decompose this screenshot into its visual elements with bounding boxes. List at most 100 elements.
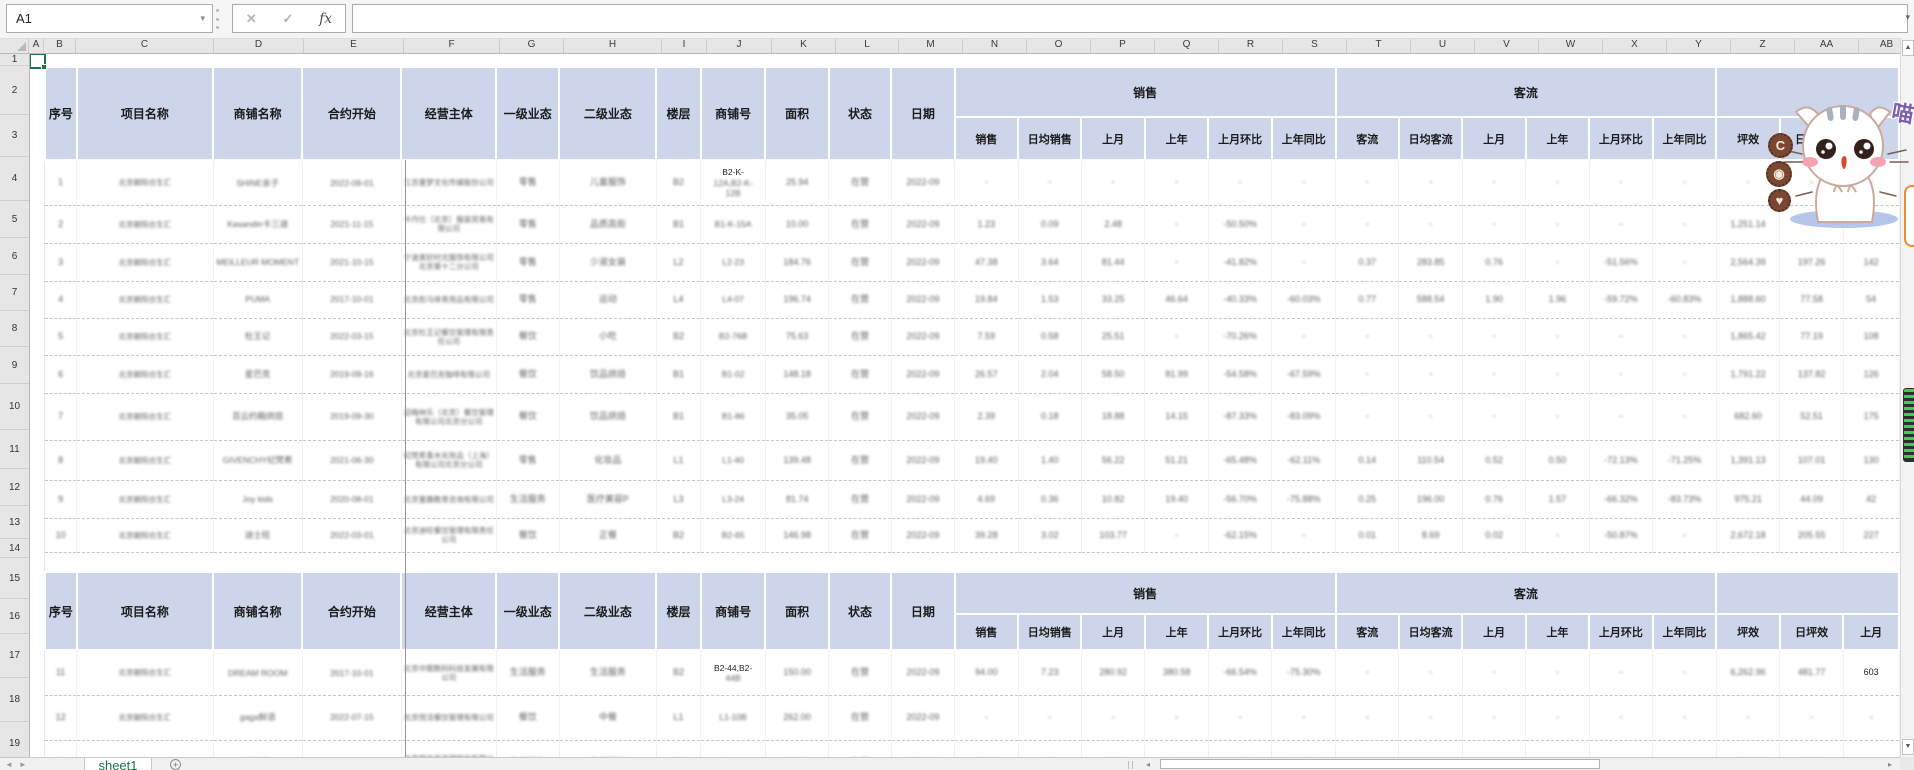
header-cell[interactable]: 日期	[890, 571, 956, 651]
header-cell[interactable]: 序号	[44, 571, 78, 651]
header-cell[interactable]: 销售	[953, 116, 1020, 161]
cell[interactable]: B1-K-15A	[700, 205, 766, 244]
cell[interactable]: -	[1398, 318, 1463, 356]
cell[interactable]: 2.04	[1018, 355, 1082, 394]
cell[interactable]: 在营	[828, 243, 892, 282]
cell[interactable]: -	[1398, 695, 1463, 741]
cell[interactable]: 1.96	[1525, 281, 1590, 319]
cell[interactable]: 81.44	[1081, 243, 1146, 282]
cell[interactable]: 北京朝阳合生汇	[76, 160, 214, 206]
cell[interactable]: 40.64	[1144, 740, 1209, 757]
cell[interactable]: 3	[45, 243, 78, 282]
cell[interactable]: -59.72%	[1589, 281, 1654, 319]
cell[interactable]: -	[1589, 160, 1654, 206]
cell[interactable]: -	[1525, 160, 1590, 206]
cell[interactable]: 10.00	[765, 205, 830, 244]
column-letter[interactable]: O	[1027, 38, 1091, 53]
cell[interactable]: -62.15%	[1208, 518, 1273, 553]
cell[interactable]: -	[1652, 160, 1717, 206]
cell[interactable]: L2-23	[700, 243, 766, 282]
cell[interactable]: 在营	[828, 518, 892, 553]
cell[interactable]: 北京朝阳合生汇	[76, 518, 214, 553]
column-letter[interactable]: L	[836, 38, 899, 53]
cell[interactable]: -	[1525, 243, 1590, 282]
header-cell[interactable]: 楼层	[655, 571, 702, 651]
cell[interactable]: 2022-09	[891, 355, 956, 394]
row-number[interactable]: 7	[0, 275, 29, 311]
cell[interactable]: 2	[45, 205, 78, 244]
cell[interactable]: 北京彪马体育用品有限公司	[401, 281, 497, 319]
cell[interactable]: -	[1335, 650, 1400, 696]
header-cell[interactable]: 上年	[1524, 116, 1591, 161]
header-cell[interactable]: 二级业态	[558, 571, 658, 651]
cell[interactable]: Joy kids	[213, 480, 303, 519]
header-cell[interactable]: 序号	[44, 66, 78, 161]
cell[interactable]: 0.52	[1462, 440, 1527, 481]
header-cell[interactable]: 状态	[827, 66, 893, 161]
cell[interactable]: 2022-09	[891, 205, 956, 244]
cell[interactable]: 医疗美容P	[559, 480, 657, 519]
collapse-formula-bar-icon[interactable]: ▾	[1905, 12, 1910, 23]
cell[interactable]: 108	[1843, 318, 1900, 356]
cell[interactable]: -	[1779, 695, 1844, 741]
cell[interactable]: 42	[1843, 480, 1900, 519]
cell[interactable]: 197.26	[1779, 243, 1844, 282]
header-cell[interactable]: 上月环比	[1588, 613, 1654, 651]
cell[interactable]: 在营	[828, 318, 892, 356]
header-cell[interactable]: 楼层	[655, 66, 702, 161]
column-letter[interactable]: T	[1347, 38, 1411, 53]
cell[interactable]: 22.22	[954, 740, 1019, 757]
cell[interactable]: 2022-09	[891, 480, 956, 519]
row-number[interactable]: 14	[0, 539, 29, 558]
cell[interactable]: 在营	[828, 740, 892, 757]
cell[interactable]: -	[1398, 160, 1463, 206]
cell[interactable]: 481.77	[1779, 650, 1844, 696]
cell[interactable]: 百云约翰烘焙	[213, 393, 303, 441]
cell[interactable]: 1,865.42	[1716, 318, 1781, 356]
cell[interactable]: -	[1081, 695, 1146, 741]
cell[interactable]: -	[1398, 393, 1463, 441]
cell[interactable]: 北京童趣教育咨询有限公司	[401, 480, 497, 519]
cell[interactable]: 58.50	[1081, 355, 1146, 394]
scroll-down-icon[interactable]: ▼	[1902, 739, 1914, 755]
cell[interactable]: 2021-06-30	[302, 440, 402, 481]
cell[interactable]: L1	[656, 440, 702, 481]
cell[interactable]: 25.51	[1081, 318, 1146, 356]
cell[interactable]: -	[1018, 160, 1082, 206]
cell[interactable]: 49.00	[765, 740, 830, 757]
cell[interactable]: 184.76	[765, 243, 830, 282]
cell[interactable]: -	[1652, 243, 1717, 282]
cell[interactable]: -	[1271, 205, 1337, 244]
cell[interactable]: -	[1018, 695, 1082, 741]
column-letter[interactable]: Z	[1731, 38, 1795, 53]
cell[interactable]: -	[1398, 740, 1463, 757]
cell[interactable]: 2022-09	[891, 518, 956, 553]
cell[interactable]: -	[1843, 695, 1900, 741]
cell[interactable]: 北京超市发连锁股份有限公司	[401, 740, 497, 757]
cell[interactable]: 19.40	[954, 440, 1019, 481]
cell[interactable]: 1.40	[1018, 440, 1082, 481]
cell[interactable]: 北京朝阳合生汇	[76, 440, 214, 481]
cell[interactable]: -	[1081, 160, 1146, 206]
cell[interactable]: DREAM ROOM	[213, 650, 303, 696]
cell[interactable]: 227	[1843, 518, 1900, 553]
formula-input[interactable]	[352, 4, 1908, 33]
cell[interactable]: 0.76	[1462, 243, 1527, 282]
header-cell[interactable]: 合约开始	[301, 66, 403, 161]
cell[interactable]: 9	[45, 480, 78, 519]
header-cell[interactable]: 一级业态	[495, 66, 561, 161]
cell[interactable]: 12	[45, 695, 78, 741]
cell[interactable]: 25.94	[765, 160, 830, 206]
column-a[interactable]	[29, 53, 45, 757]
cell[interactable]: 北京朝阳合生汇	[76, 695, 214, 741]
cell[interactable]: 2020-08-01	[302, 480, 402, 519]
chevron-down-icon[interactable]: ▾	[200, 5, 205, 32]
cell[interactable]: -62.11%	[1271, 440, 1337, 481]
cell[interactable]: -66.54%	[1208, 650, 1273, 696]
cell[interactable]: -	[1589, 205, 1654, 244]
header-cell[interactable]: 项目名称	[75, 66, 215, 161]
header-cell[interactable]: 上月环比	[1207, 613, 1273, 651]
cell[interactable]: B2	[656, 160, 702, 206]
cell[interactable]: -60.03%	[1271, 281, 1337, 319]
column-letter[interactable]: M	[899, 38, 963, 53]
